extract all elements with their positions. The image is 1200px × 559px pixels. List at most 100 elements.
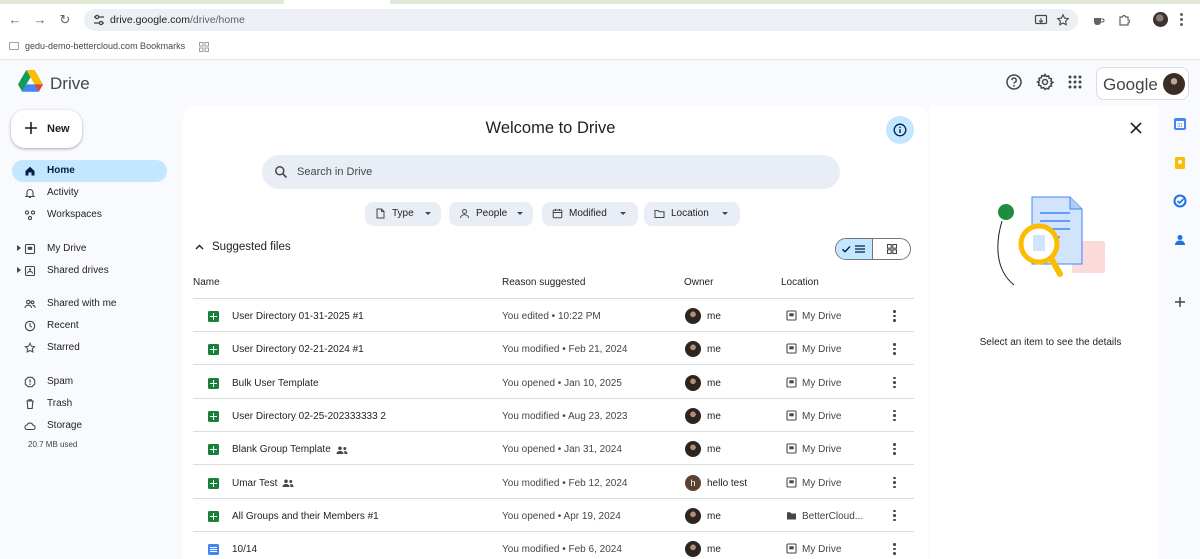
table-row[interactable]: 10/14 You modified • Feb 6, 2024 me My Driv… [193, 532, 914, 559]
more-actions-icon[interactable] [893, 343, 896, 356]
table-row[interactable]: Bulk User Template You opened • Jan 10, 2… [193, 366, 914, 399]
clock-icon [24, 320, 36, 332]
settings-gear-icon[interactable] [1036, 73, 1054, 91]
list-view-icon [842, 245, 865, 253]
coffee-extension-icon[interactable] [1091, 13, 1105, 27]
more-actions-icon[interactable] [893, 543, 896, 556]
more-actions-icon[interactable] [893, 310, 896, 323]
site-settings-icon[interactable] [92, 13, 106, 27]
sidebar-item-home[interactable]: Home [12, 160, 167, 182]
shared-drives-icon [24, 265, 36, 277]
file-name: Umar Test [232, 478, 294, 489]
owner-name: me [707, 344, 721, 356]
sidebar-item-label: Storage [47, 420, 83, 431]
calendar-app-icon[interactable]: 31 [1173, 117, 1187, 131]
table-row[interactable]: Blank Group Template You opened • Jan 31,… [193, 432, 914, 466]
more-actions-icon[interactable] [893, 476, 896, 490]
sidebar-item-label: Shared with me [47, 298, 117, 309]
list-view-button[interactable] [836, 239, 873, 259]
file-location[interactable]: BetterCloud... [802, 511, 863, 522]
apps-grid-icon[interactable] [1066, 73, 1084, 91]
filter-chip-people[interactable]: People [449, 202, 533, 226]
file-name: User Directory 01-31-2025 #1 [232, 311, 364, 322]
more-actions-icon[interactable] [893, 409, 896, 423]
column-header-name[interactable]: Name [193, 277, 220, 288]
storage-used-text: 20.7 MB used [28, 440, 78, 449]
more-actions-icon[interactable] [893, 376, 896, 390]
sidebar-item-starred[interactable]: Starred [12, 337, 167, 359]
add-addon-plus-icon[interactable] [1173, 295, 1187, 309]
sidebar-item-shared-with-me[interactable]: Shared with me [12, 293, 167, 315]
more-actions-icon[interactable] [893, 443, 896, 456]
tab-groups-icon[interactable] [199, 42, 209, 52]
details-toggle-button[interactable] [886, 116, 914, 144]
file-location[interactable]: My Drive [802, 344, 841, 355]
forward-icon[interactable]: → [33, 13, 47, 27]
bookmark-folder[interactable]: gedu-demo-bettercloud.com Bookmarks [9, 41, 185, 51]
sidebar-item-recent[interactable]: Recent [12, 315, 167, 337]
sidebar-item-my-drive[interactable]: My Drive [12, 238, 167, 260]
drive-logo-icon[interactable] [18, 70, 43, 93]
file-location[interactable]: My Drive [802, 444, 841, 455]
filter-chip-label: Type [392, 208, 414, 219]
my-drive-icon [786, 476, 797, 488]
sidebar-item-activity[interactable]: Activity [12, 182, 167, 204]
search-placeholder: Search in Drive [297, 166, 373, 178]
owner-avatar [685, 507, 701, 524]
expand-caret-icon[interactable] [17, 245, 21, 251]
contacts-app-icon[interactable] [1173, 233, 1187, 247]
owner-name: hello test [707, 477, 748, 489]
more-actions-icon[interactable] [893, 509, 896, 523]
reload-icon[interactable]: ↻ [58, 13, 72, 27]
shared-people-icon [282, 479, 294, 487]
tasks-app-icon[interactable] [1173, 194, 1187, 208]
table-row[interactable]: All Groups and their Members #1 You opene… [193, 499, 914, 532]
people-icon [24, 299, 36, 309]
back-icon[interactable]: ← [8, 13, 22, 27]
sidebar-item-storage[interactable]: Storage [12, 415, 167, 437]
workspaces-icon [24, 210, 36, 221]
filter-chip-type[interactable]: Type [365, 202, 441, 226]
sidebar-item-shared-drives[interactable]: Shared drives [12, 260, 167, 282]
reason-suggested: You modified • Feb 6, 2024 [502, 544, 622, 556]
suggested-files-header[interactable]: Suggested files [195, 241, 291, 253]
sidebar-item-workspaces[interactable]: Workspaces [12, 204, 167, 226]
google-account-button[interactable]: Google [1096, 67, 1189, 100]
address-bar[interactable]: drive.google.com/drive/home [84, 9, 1078, 31]
reason-suggested: You opened • Jan 10, 2025 [502, 377, 622, 389]
close-icon[interactable] [1129, 121, 1143, 135]
keep-app-icon[interactable] [1173, 156, 1187, 170]
table-row[interactable]: Umar Test You modified • Feb 12, 2024 h hel… [193, 466, 914, 499]
file-location[interactable]: My Drive [802, 478, 841, 489]
column-header-location: Location [781, 277, 819, 288]
help-icon[interactable] [1005, 73, 1023, 91]
file-name-text: User Directory 02-21-2024 #1 [232, 344, 364, 356]
new-button[interactable]: New [11, 110, 82, 148]
table-row[interactable]: User Directory 02-21-2024 #1 You modified… [193, 332, 914, 366]
install-app-icon[interactable] [1034, 13, 1048, 27]
file-location[interactable]: My Drive [802, 544, 841, 555]
file-name: User Directory 02-21-2024 #1 [232, 344, 364, 355]
filter-chip-location[interactable]: Location [644, 202, 740, 226]
table-row[interactable]: User Directory 02-25-202333333 2 You modi… [193, 399, 914, 432]
dropdown-arrow-icon [722, 212, 728, 215]
file-location[interactable]: My Drive [802, 311, 841, 322]
file-location[interactable]: My Drive [802, 378, 841, 389]
search-input[interactable]: Search in Drive [262, 155, 840, 189]
filter-chip-modified[interactable]: Modified [542, 202, 638, 226]
owner-name: me [707, 377, 721, 389]
spam-icon [24, 376, 36, 388]
file-location[interactable]: My Drive [802, 411, 841, 422]
expand-caret-icon[interactable] [17, 267, 21, 273]
filter-chip-label: People [476, 208, 508, 219]
file-name-text: 10/14 [232, 544, 258, 556]
sidebar-item-spam[interactable]: Spam [12, 371, 167, 393]
account-avatar [1163, 73, 1185, 95]
browser-profile-avatar[interactable] [1153, 12, 1168, 27]
extensions-puzzle-icon[interactable] [1117, 13, 1131, 27]
reason-suggested: You modified • Feb 21, 2024 [502, 344, 628, 356]
table-row[interactable]: User Directory 01-31-2025 #1 You edited •… [193, 299, 914, 332]
sidebar-item-trash[interactable]: Trash [12, 393, 167, 415]
browser-menu-icon[interactable] [1180, 13, 1184, 27]
bookmark-star-icon[interactable] [1056, 13, 1070, 27]
